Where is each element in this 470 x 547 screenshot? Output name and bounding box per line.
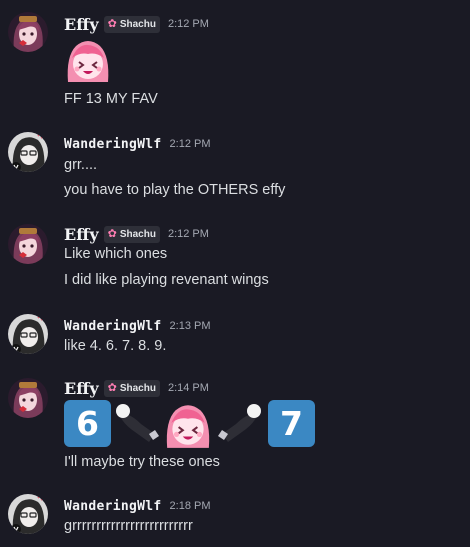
server-tag-label: Shachu: [119, 382, 156, 394]
username[interactable]: Effy: [64, 379, 99, 398]
chat-log: Effy ✿ Shachu 2:12 PM FF 13 MY FAV Wande…: [0, 0, 470, 547]
message-text: I'll maybe try these ones: [64, 454, 220, 470]
message-group: WanderingWlf 2:18 PM grrrrrrrrrrrrrrrrrr…: [0, 486, 470, 547]
keycap-label: 7: [280, 404, 303, 443]
keycap-7-emoji[interactable]: 7: [268, 400, 315, 447]
message-group: WanderingWlf 2:12 PM grr.... you have to…: [0, 120, 470, 210]
message-header: Effy ✿ Shachu 2:12 PM: [64, 14, 209, 34]
keycap-6-emoji[interactable]: 6: [64, 400, 111, 447]
pink-hair-anime-girl-emote[interactable]: [64, 36, 112, 84]
timestamp[interactable]: 2:14 PM: [168, 382, 209, 394]
username[interactable]: WanderingWlf: [64, 499, 162, 514]
message-text: FF 13 MY FAV: [64, 91, 158, 107]
arm-reaching-emote[interactable]: [115, 400, 161, 446]
timestamp[interactable]: 2:12 PM: [170, 138, 211, 150]
message-text: Like which ones: [64, 246, 168, 262]
server-tag-label: Shachu: [119, 228, 156, 240]
avatar[interactable]: [8, 224, 48, 264]
server-tag-label: Shachu: [119, 18, 156, 30]
message-text: you have to play the OTHERS effy: [64, 182, 286, 198]
timestamp[interactable]: 2:12 PM: [168, 18, 209, 30]
sakura-icon: ✿: [107, 381, 117, 394]
username[interactable]: WanderingWlf: [64, 137, 162, 152]
server-tag[interactable]: ✿ Shachu: [103, 225, 160, 243]
pink-hair-anime-girl-emote[interactable]: [163, 400, 213, 450]
avatar[interactable]: [8, 494, 48, 534]
timestamp[interactable]: 2:12 PM: [168, 228, 209, 240]
username[interactable]: Effy: [64, 15, 99, 34]
message-group: Effy ✿ Shachu 2:12 PM Like which ones I …: [0, 212, 470, 302]
message-header: Effy ✿ Shachu 2:12 PM: [64, 224, 209, 244]
message-text: grr....: [64, 157, 98, 173]
avatar[interactable]: [8, 132, 48, 172]
keycap-label: 6: [76, 404, 99, 443]
message-header: WanderingWlf 2:12 PM: [64, 134, 211, 154]
avatar[interactable]: [8, 378, 48, 418]
message-text: grrrrrrrrrrrrrrrrrrrrrrrrr: [64, 518, 193, 534]
timestamp[interactable]: 2:13 PM: [170, 320, 211, 332]
message-group: Effy ✿ Shachu 2:12 PM FF 13 MY FAV: [0, 0, 470, 120]
sakura-icon: ✿: [107, 17, 117, 30]
sakura-icon: ✿: [107, 227, 117, 240]
timestamp[interactable]: 2:18 PM: [170, 500, 211, 512]
message-text: like 4. 6. 7. 8. 9.: [64, 338, 167, 354]
message-group: Effy ✿ Shachu 2:14 PM 6 7 I'll maybe try…: [0, 368, 470, 483]
avatar[interactable]: [8, 314, 48, 354]
message-header: Effy ✿ Shachu 2:14 PM: [64, 378, 209, 398]
message-group: WanderingWlf 2:13 PM like 4. 6. 7. 8. 9.: [0, 304, 470, 370]
avatar[interactable]: [8, 12, 48, 52]
server-tag[interactable]: ✿ Shachu: [103, 379, 160, 397]
server-tag[interactable]: ✿ Shachu: [103, 15, 160, 33]
message-text: I did like playing revenant wings: [64, 272, 269, 288]
message-header: WanderingWlf 2:18 PM: [64, 496, 211, 516]
arm-reaching-emote[interactable]: [216, 400, 262, 446]
username[interactable]: Effy: [64, 225, 99, 244]
username[interactable]: WanderingWlf: [64, 319, 162, 334]
message-header: WanderingWlf 2:13 PM: [64, 316, 211, 336]
